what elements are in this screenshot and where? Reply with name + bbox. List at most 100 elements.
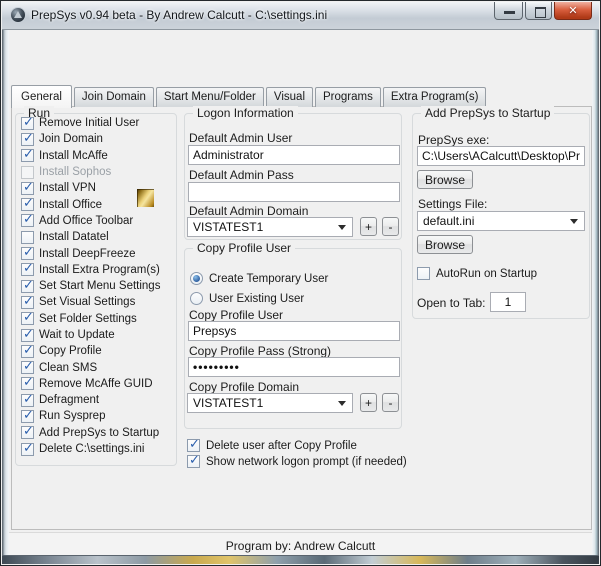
copy-profile-domain-combobox[interactable]: VISTATEST1 — [187, 393, 353, 413]
tab-visual[interactable]: Visual — [266, 87, 313, 107]
startup-group-title: Add PrepSys to Startup — [421, 106, 554, 120]
checkbox-icon — [21, 166, 34, 179]
copy-profile-domain-label: Copy Profile Domain — [189, 380, 299, 394]
browse-settings-button[interactable]: Browse — [417, 235, 473, 254]
show-network-logon-prompt-checkbox[interactable]: Show network logon prompt (if needed) — [187, 455, 407, 468]
plus-icon: + — [365, 220, 372, 234]
run-item-delete-settings-ini[interactable]: Delete C:\settings.ini — [21, 441, 173, 457]
checkbox-icon — [21, 133, 34, 146]
run-item-install-extra-programs[interactable]: Install Extra Program(s) — [21, 262, 173, 278]
checkbox-label: Install Datatel — [39, 231, 109, 243]
chevron-down-icon — [570, 219, 578, 224]
browse-exe-button[interactable]: Browse — [417, 170, 473, 189]
status-text: Program by: Andrew Calcutt — [226, 539, 375, 553]
run-item-add-office-toolbar[interactable]: Add Office Toolbar — [21, 213, 173, 229]
checkbox-label: Remove Initial User — [39, 117, 139, 129]
checkbox-label: Copy Profile — [39, 345, 102, 357]
admin-domain-remove-button[interactable]: - — [382, 217, 399, 236]
run-item-defragment[interactable]: Defragment — [21, 392, 173, 408]
settings-file-value: default.ini — [423, 214, 474, 228]
window-border-bottom — [2, 555, 599, 564]
default-admin-pass-input[interactable] — [188, 182, 400, 202]
checkbox-label: Install Sophos — [39, 166, 111, 178]
open-to-tab-input[interactable] — [490, 292, 526, 312]
run-item-add-prepsys-to-startup[interactable]: Add PrepSys to Startup — [21, 425, 173, 441]
minus-icon: - — [389, 220, 393, 234]
run-item-remove-mcaffe-guid[interactable]: Remove McAffe GUID — [21, 376, 173, 392]
checkbox-icon — [21, 149, 34, 162]
create-temporary-user-radio[interactable]: Create Temporary User — [190, 272, 328, 285]
copy-profile-group-title: Copy Profile User — [193, 241, 295, 255]
radio-label: User Existing User — [209, 293, 304, 305]
plus-icon: + — [365, 396, 372, 410]
checkbox-label: Set Start Menu Settings — [39, 280, 160, 292]
browse-exe-label: Browse — [425, 173, 465, 187]
checkbox-label: Set Folder Settings — [39, 313, 137, 325]
checkbox-label: Clean SMS — [39, 362, 97, 374]
copy-profile-user-input[interactable] — [188, 321, 400, 341]
checkbox-icon — [21, 182, 34, 195]
minimize-button[interactable] — [494, 2, 523, 20]
copy-domain-remove-button[interactable]: - — [382, 393, 399, 412]
run-item-install-datatel[interactable]: Install Datatel — [21, 229, 173, 245]
user-existing-user-radio[interactable]: User Existing User — [190, 292, 304, 305]
checkbox-label: Delete C:\settings.ini — [39, 443, 144, 455]
run-item-remove-initial-user[interactable]: Remove Initial User — [21, 115, 173, 131]
radio-icon — [190, 272, 203, 285]
checkbox-label: Delete user after Copy Profile — [206, 440, 357, 452]
checkbox-icon — [21, 443, 34, 456]
copy-profile-user-label: Copy Profile User — [189, 308, 283, 322]
maximize-button[interactable] — [525, 2, 552, 20]
tab-extra-programs[interactable]: Extra Program(s) — [383, 87, 487, 107]
run-item-wait-to-update[interactable]: Wait to Update — [21, 327, 173, 343]
default-admin-user-input[interactable] — [188, 145, 400, 165]
autorun-on-startup-checkbox[interactable]: AutoRun on Startup — [417, 267, 537, 280]
default-admin-domain-combobox[interactable]: VISTATEST1 — [187, 217, 353, 237]
checkbox-icon — [21, 312, 34, 325]
tab-programs[interactable]: Programs — [315, 87, 381, 107]
settings-file-combobox[interactable]: default.ini — [417, 211, 585, 231]
tab-general[interactable]: General — [11, 85, 72, 108]
checkbox-icon — [21, 377, 34, 390]
copy-profile-domain-value: VISTATEST1 — [193, 396, 263, 410]
admin-domain-add-button[interactable]: + — [360, 217, 377, 236]
chevron-down-icon — [338, 401, 346, 406]
default-admin-pass-label: Default Admin Pass — [189, 168, 294, 182]
run-item-run-sysprep[interactable]: Run Sysprep — [21, 408, 173, 424]
checkbox-label: Join Domain — [39, 133, 103, 145]
prepsys-window: PrepSys v0.94 beta - By Andrew Calcutt -… — [0, 0, 601, 566]
checkbox-label: Install DeepFreeze — [39, 248, 136, 260]
checkbox-icon — [21, 231, 34, 244]
checkbox-label: Add PrepSys to Startup — [39, 427, 159, 439]
run-item-copy-profile[interactable]: Copy Profile — [21, 343, 173, 359]
prepsys-exe-input[interactable] — [417, 146, 585, 166]
prepsys-exe-label: PrepSys exe: — [418, 133, 489, 147]
tab-join-domain[interactable]: Join Domain — [74, 87, 154, 107]
radio-label: Create Temporary User — [209, 273, 328, 285]
checkbox-icon — [21, 426, 34, 439]
close-button[interactable] — [554, 2, 592, 20]
run-item-join-domain[interactable]: Join Domain — [21, 131, 173, 147]
default-admin-user-label: Default Admin User — [189, 131, 292, 145]
tab-start-menu-folder[interactable]: Start Menu/Folder — [156, 87, 264, 107]
checkbox-label: Install Office — [39, 199, 102, 211]
run-item-set-folder-settings[interactable]: Set Folder Settings — [21, 311, 173, 327]
window-border-left — [2, 30, 9, 564]
run-item-set-start-menu-settings[interactable]: Set Start Menu Settings — [21, 278, 173, 294]
delete-user-after-copy-profile-checkbox[interactable]: Delete user after Copy Profile — [187, 439, 357, 452]
window-title: PrepSys v0.94 beta - By Andrew Calcutt -… — [31, 8, 327, 22]
window-border-right — [592, 30, 599, 564]
copy-domain-add-button[interactable]: + — [360, 393, 377, 412]
open-to-tab-label: Open to Tab: — [417, 296, 486, 310]
run-item-install-mcaffe[interactable]: Install McAffe — [21, 148, 173, 164]
checkbox-icon — [21, 329, 34, 342]
checkbox-icon — [21, 214, 34, 227]
run-item-clean-sms[interactable]: Clean SMS — [21, 359, 173, 375]
run-item-set-visual-settings[interactable]: Set Visual Settings — [21, 294, 173, 310]
checkbox-icon — [21, 394, 34, 407]
checkbox-label: Set Visual Settings — [39, 296, 135, 308]
run-checkbox-list: Remove Initial User Join Domain Install … — [21, 115, 173, 457]
default-admin-domain-label: Default Admin Domain — [189, 204, 308, 218]
run-item-install-deepfreeze[interactable]: Install DeepFreeze — [21, 245, 173, 261]
copy-profile-pass-input[interactable] — [188, 357, 400, 377]
